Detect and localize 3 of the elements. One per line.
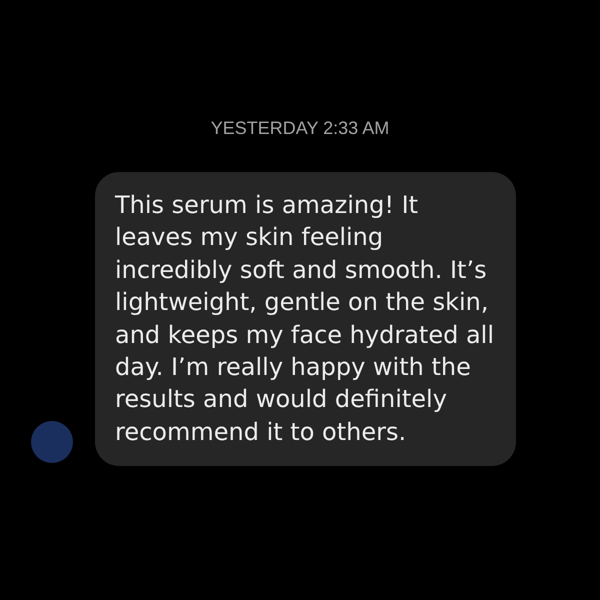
message-bubble: This serum is amazing! It leaves my skin feeling incredibly soft and smooth. It’s lightweight, gentle on the skin, and keeps my face hydrated all day. I’m really happy with the results and would definitely recommend it to others.	[95, 172, 516, 466]
avatar-icon	[31, 421, 73, 464]
timestamp: YESTERDAY 2:33 AM	[210, 117, 390, 140]
